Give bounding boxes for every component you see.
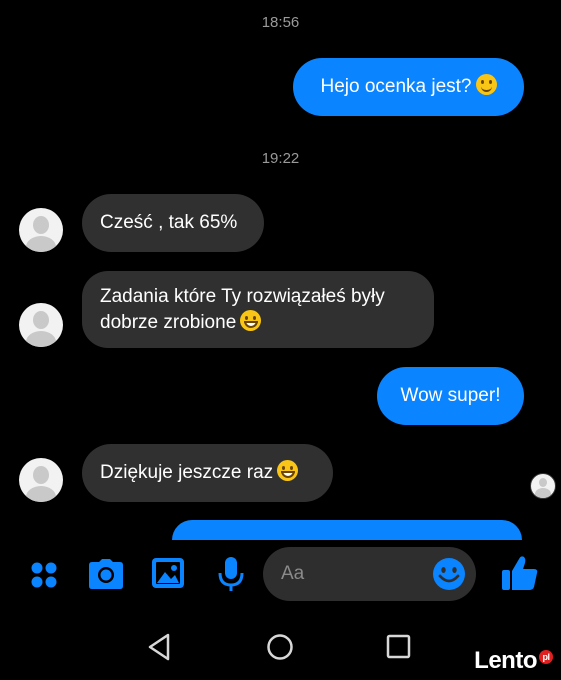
home-icon[interactable] <box>266 633 294 661</box>
message-incoming[interactable]: Cześć , tak 65% <box>82 194 264 252</box>
watermark-brand: Lento <box>474 647 537 674</box>
gallery-icon[interactable] <box>151 557 185 589</box>
back-icon[interactable] <box>146 633 172 661</box>
message-text: Dziękuje jeszcze raz <box>100 462 274 483</box>
message-text: Wow super! <box>400 385 501 406</box>
message-outgoing[interactable]: Hejo ocenka jest? <box>293 58 524 116</box>
contact-avatar[interactable] <box>19 458 63 502</box>
timestamp: 18:56 <box>261 14 300 31</box>
recent-apps-icon[interactable] <box>386 634 412 660</box>
watermark-logo: Lento pl <box>474 647 553 675</box>
contact-avatar[interactable] <box>19 208 63 252</box>
more-actions-icon[interactable] <box>29 560 59 590</box>
grin-emoji-icon <box>277 460 299 481</box>
smile-emoji-icon <box>475 74 497 95</box>
message-input[interactable]: Aa <box>263 547 476 601</box>
thumbs-up-icon[interactable] <box>501 555 539 591</box>
camera-icon[interactable] <box>88 558 124 590</box>
watermark-suffix: pl <box>539 650 553 664</box>
microphone-icon[interactable] <box>217 556 245 592</box>
message-incoming[interactable]: Dziękuje jeszcze raz <box>82 444 333 502</box>
message-text: Hejo ocenka jest? <box>320 76 472 97</box>
message-text: Zadania które Ty rozwiązałeś były <box>100 286 385 307</box>
message-input-placeholder: Aa <box>281 563 305 584</box>
timestamp: 19:22 <box>261 150 300 167</box>
message-incoming[interactable]: Zadania które Ty rozwiązałeś były dobrze… <box>82 271 434 348</box>
emoji-picker-icon[interactable] <box>432 557 466 591</box>
message-text: Cześć , tak 65% <box>100 212 238 233</box>
message-outgoing[interactable]: Wow super! <box>377 367 524 425</box>
seen-receipt-avatar <box>530 473 556 499</box>
grin-emoji-icon <box>240 310 262 331</box>
contact-avatar[interactable] <box>19 303 63 347</box>
message-text: dobrze zrobione <box>100 312 237 333</box>
